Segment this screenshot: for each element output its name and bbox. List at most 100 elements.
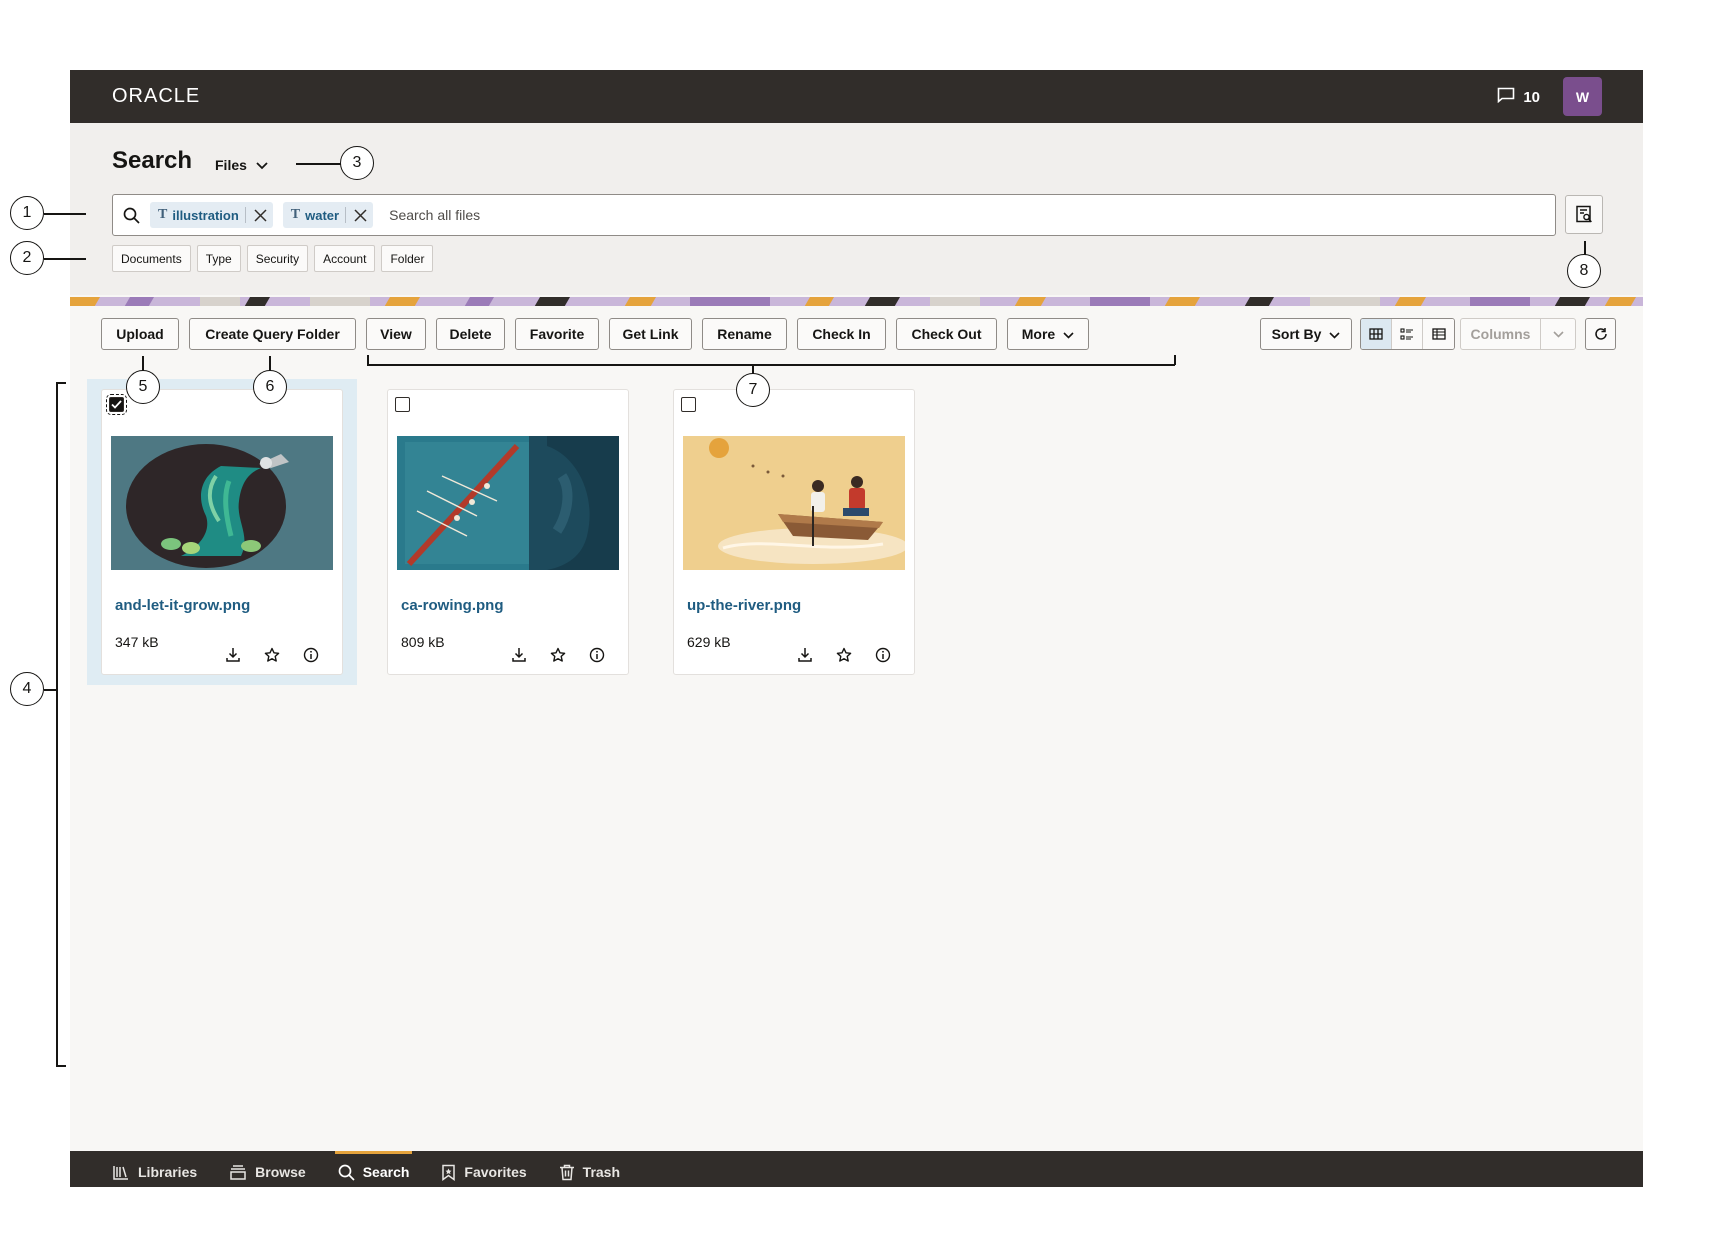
nav-search[interactable]: Search — [334, 1151, 413, 1187]
card-actions — [795, 645, 892, 664]
grid-view-button[interactable] — [1361, 319, 1392, 349]
chevron-down-icon — [1063, 326, 1074, 342]
bookmark-icon — [441, 1164, 456, 1181]
trash-icon — [559, 1164, 575, 1181]
check-in-button[interactable]: Check In — [797, 318, 886, 350]
get-link-button[interactable]: Get Link — [609, 318, 692, 350]
callout-6: 6 — [253, 370, 287, 404]
nav-browse[interactable]: Browse — [229, 1151, 306, 1187]
callout-3: 3 — [340, 146, 374, 180]
file-card[interactable]: and-let-it-grow.png 347 kB — [101, 389, 343, 675]
search-filters: Documents Type Security Account Folder — [112, 245, 434, 272]
text-type-icon: T — [158, 207, 168, 222]
file-size: 809 kB — [401, 634, 445, 650]
file-checkbox[interactable] — [106, 394, 127, 415]
download-icon[interactable] — [509, 645, 528, 664]
chip-label: water — [305, 207, 340, 223]
callout-4: 4 — [10, 672, 44, 706]
file-thumbnail — [397, 436, 619, 570]
info-icon[interactable] — [873, 645, 892, 664]
chevron-down-icon — [1552, 330, 1564, 338]
close-icon[interactable] — [254, 208, 267, 222]
view-mode-toggle — [1360, 318, 1455, 350]
search-chip-water: T water — [282, 202, 374, 228]
chip-label: illustration — [172, 207, 239, 223]
info-icon[interactable] — [301, 645, 320, 664]
search-scope-dropdown[interactable]: Files — [215, 157, 268, 173]
star-icon[interactable] — [834, 645, 853, 664]
search-icon — [123, 207, 140, 224]
refresh-icon — [1594, 327, 1608, 341]
file-checkbox[interactable] — [681, 397, 696, 412]
search-header: Search Files T illustration T water Sear… — [70, 123, 1643, 295]
filter-type[interactable]: Type — [196, 245, 241, 272]
user-avatar[interactable]: W — [1563, 77, 1602, 116]
card-actions — [509, 645, 606, 664]
file-name[interactable]: ca-rowing.png — [401, 597, 504, 614]
notifications-button[interactable]: 10 — [1497, 87, 1540, 107]
chevron-down-icon — [256, 157, 268, 173]
nav-label: Libraries — [138, 1164, 198, 1180]
filter-documents[interactable]: Documents — [112, 245, 191, 272]
file-card[interactable]: up-the-river.png 629 kB — [673, 389, 915, 675]
callout-leader — [1584, 241, 1586, 255]
star-icon[interactable] — [548, 645, 567, 664]
oracle-logo: ORACLE — [112, 85, 201, 107]
app-window: ORACLE 10 W Search Files T illustration — [70, 70, 1643, 1187]
nav-label: Favorites — [464, 1164, 527, 1180]
search-bar: T illustration T water — [112, 194, 1556, 236]
file-card[interactable]: ca-rowing.png 809 kB — [387, 389, 629, 675]
search-input[interactable] — [389, 195, 1555, 235]
more-label: More — [1021, 326, 1056, 342]
file-name[interactable]: and-let-it-grow.png — [115, 597, 250, 614]
card-actions — [223, 645, 320, 664]
callout-8: 8 — [1567, 254, 1601, 288]
callout-leader — [269, 356, 271, 371]
download-icon[interactable] — [223, 645, 242, 664]
star-icon[interactable] — [262, 645, 281, 664]
callout-7: 7 — [736, 373, 770, 407]
nav-trash[interactable]: Trash — [559, 1151, 620, 1187]
search-chip-illustration: T illustration — [150, 202, 273, 228]
file-checkbox[interactable] — [395, 397, 410, 412]
filter-security[interactable]: Security — [246, 245, 309, 272]
upload-button[interactable]: Upload — [101, 318, 179, 350]
filter-folder[interactable]: Folder — [381, 245, 434, 272]
favorite-button[interactable]: Favorite — [515, 318, 599, 350]
browse-icon — [229, 1164, 247, 1181]
refresh-button[interactable] — [1585, 318, 1616, 350]
list-view-button[interactable] — [1392, 319, 1423, 349]
callout-bracket — [56, 382, 66, 384]
nav-favorites[interactable]: Favorites — [441, 1151, 527, 1187]
callout-leader — [296, 163, 342, 165]
list-icon — [1400, 327, 1414, 341]
close-icon[interactable] — [354, 208, 367, 222]
callout-bracket — [56, 382, 58, 1066]
info-icon[interactable] — [587, 645, 606, 664]
check-out-button[interactable]: Check Out — [896, 318, 997, 350]
callout-1: 1 — [10, 196, 44, 230]
callout-bracket — [56, 1065, 66, 1067]
search-icon — [338, 1164, 355, 1181]
download-icon[interactable] — [795, 645, 814, 664]
file-thumbnail — [683, 436, 905, 570]
table-view-button[interactable] — [1423, 319, 1454, 349]
file-size: 347 kB — [115, 634, 159, 650]
view-button[interactable]: View — [366, 318, 426, 350]
nav-label: Search — [362, 1164, 410, 1180]
nav-libraries[interactable]: Libraries — [112, 1151, 197, 1187]
table-icon — [1431, 328, 1446, 340]
create-query-folder-button[interactable]: Create Query Folder — [189, 318, 356, 350]
nav-label: Trash — [582, 1164, 621, 1180]
callout-leader — [142, 356, 144, 371]
rename-button[interactable]: Rename — [702, 318, 787, 350]
delete-button[interactable]: Delete — [436, 318, 505, 350]
filter-account[interactable]: Account — [314, 245, 376, 272]
advanced-search-button[interactable] — [1565, 195, 1603, 234]
file-name[interactable]: up-the-river.png — [687, 597, 801, 614]
callout-bracket — [367, 364, 1175, 366]
text-type-icon: T — [290, 207, 301, 222]
more-menu-button[interactable]: More — [1007, 318, 1089, 350]
callout-bracket — [1174, 355, 1176, 365]
sort-by-button[interactable]: Sort By — [1260, 318, 1352, 350]
